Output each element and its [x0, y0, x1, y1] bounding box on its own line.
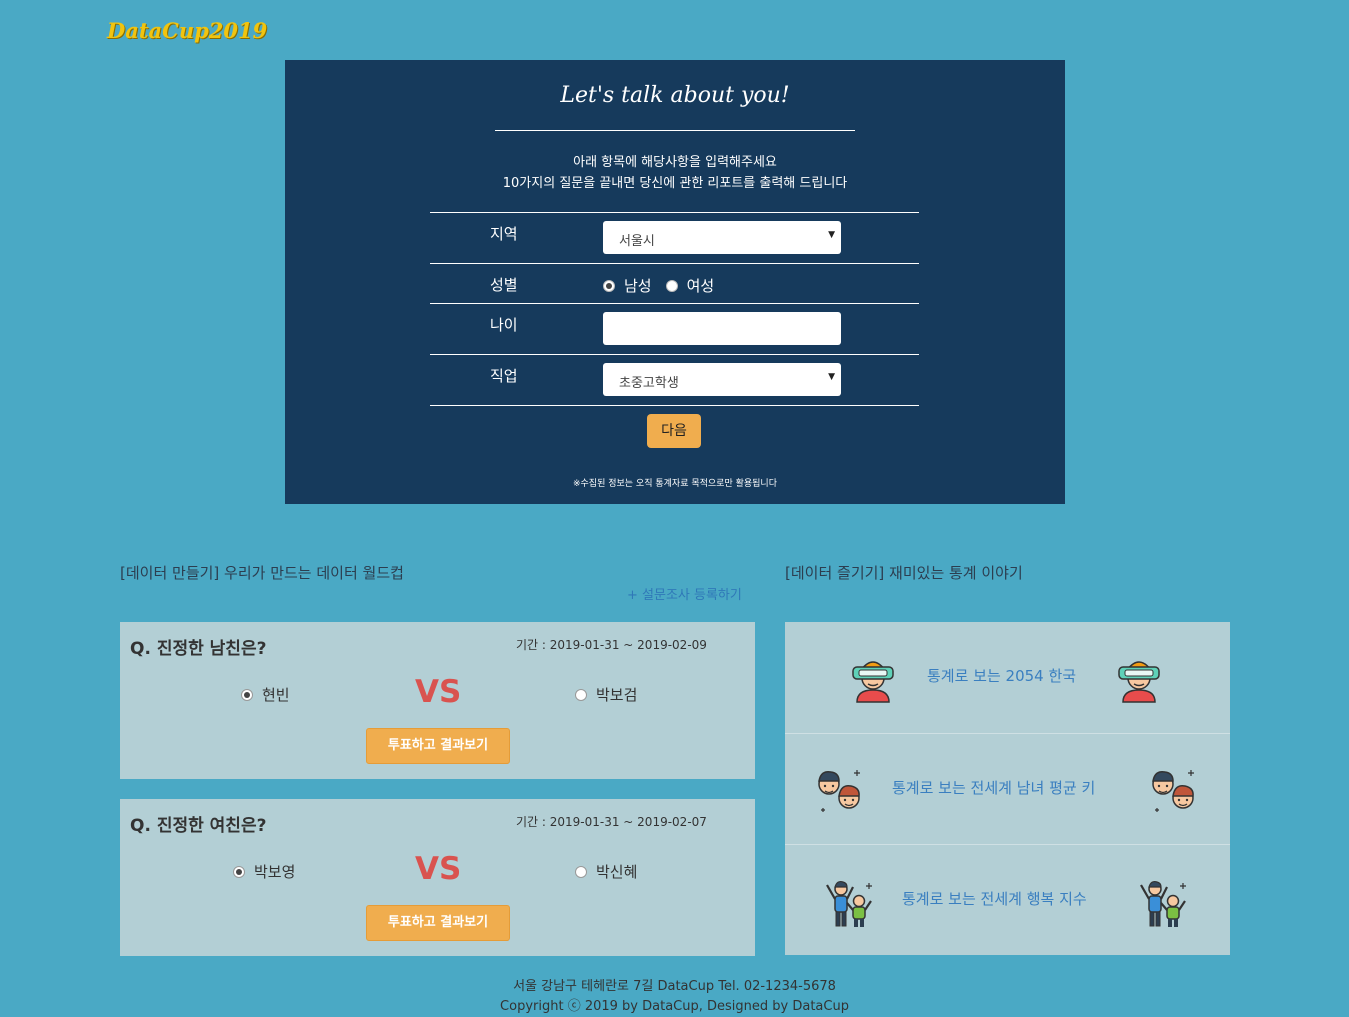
gender-label: 성별 [490, 276, 518, 294]
privacy-note: ※수집된 정보는 오직 통계자료 목적으로만 활용됩니다 [572, 479, 777, 489]
footer-copyright: Copyright ⓒ 2019 by DataCup, Designed by… [500, 999, 849, 1014]
stories-list: 통계로 보는 2054 한국 통계로 보는 전세계 남녀 평균 키 통계로 보는… [785, 622, 1230, 955]
vr-headset-person-icon [1118, 661, 1160, 703]
chevron-down-icon: ▼ [828, 372, 835, 382]
form-description-line1: 아래 항목에 해당사항을 입력해주세요 [573, 155, 777, 170]
couple-faces-icon [818, 770, 860, 812]
vr-headset-person-icon [852, 661, 894, 703]
poll-card: Q. 진정한 남친은? 기간 : 2019-01-31 ~ 2019-02-09… [120, 622, 755, 779]
story-item[interactable]: 통계로 보는 전세계 남녀 평균 키 [785, 733, 1230, 844]
gender-row: 성별 남성 여성 [430, 263, 919, 303]
poll-radio-left[interactable] [241, 688, 253, 701]
next-button[interactable]: 다음 [647, 414, 701, 448]
profile-form-panel: Let's talk about you! 아래 항목에 해당사항을 입력해주세… [285, 60, 1065, 504]
poll-option-left-label: 현빈 [262, 686, 290, 704]
region-row: 지역 서울시 ▼ [430, 212, 919, 263]
form-title: Let's talk about you! [560, 83, 790, 108]
form-description-line2: 10가지의 질문을 끝내면 당신에 관한 리포트를 출력해 드립니다 [502, 176, 848, 191]
title-divider [495, 130, 855, 131]
worldcup-section-title: [데이터 만들기] 우리가 만드는 데이터 월드컵 [120, 564, 404, 582]
age-row: 나이 [430, 303, 919, 354]
add-survey-link[interactable]: + 설문조사 등록하기 [627, 584, 742, 603]
poll-card: Q. 진정한 여친은? 기간 : 2019-01-31 ~ 2019-02-07… [120, 799, 755, 956]
job-row: 직업 초중고학생 ▼ [430, 354, 919, 406]
poll-option-left[interactable]: 박보영 [233, 861, 295, 882]
poll-period: 기간 : 2019-01-31 ~ 2019-02-09 [516, 638, 707, 652]
story-label[interactable]: 통계로 보는 전세계 남녀 평균 키 [892, 777, 1095, 798]
poll-option-left-label: 박보영 [254, 863, 296, 881]
cheering-group-icon [1140, 880, 1186, 927]
story-item[interactable]: 통계로 보는 전세계 행복 지수 [785, 844, 1230, 955]
poll-period: 기간 : 2019-01-31 ~ 2019-02-07 [516, 815, 707, 829]
vs-label: VS [415, 851, 462, 887]
poll-question: Q. 진정한 여친은? [130, 816, 267, 836]
job-select[interactable]: 초중고학생 ▼ [603, 363, 841, 396]
age-label: 나이 [490, 316, 518, 334]
poll-option-right-label: 박보검 [596, 686, 638, 704]
poll-radio-right[interactable] [575, 688, 587, 701]
story-label[interactable]: 통계로 보는 2054 한국 [927, 665, 1076, 686]
vs-label: VS [415, 674, 462, 710]
poll-option-right[interactable]: 박보검 [575, 684, 637, 705]
job-label: 직업 [490, 367, 518, 385]
age-input[interactable] [603, 312, 841, 345]
footer-address: 서울 강남구 테헤란로 7길 DataCup Tel. 02-1234-5678 [513, 979, 836, 994]
poll-radio-left[interactable] [233, 865, 245, 878]
poll-question: Q. 진정한 남친은? [130, 639, 267, 659]
region-label: 지역 [490, 225, 518, 243]
poll-option-right-label: 박신혜 [596, 863, 638, 881]
gender-option-female[interactable]: 여성 [687, 275, 715, 296]
vote-button[interactable]: 투표하고 결과보기 [366, 728, 510, 764]
gender-option-male[interactable]: 남성 [624, 275, 652, 296]
stories-section-title: [데이터 즐기기] 재미있는 통계 이야기 [785, 564, 1023, 582]
couple-faces-icon [1152, 770, 1194, 812]
chevron-down-icon: ▼ [828, 230, 835, 240]
story-label[interactable]: 통계로 보는 전세계 행복 지수 [902, 888, 1087, 909]
form-description: 아래 항목에 해당사항을 입력해주세요 10가지의 질문을 끝내면 당신에 관한… [285, 152, 1065, 194]
gender-radio-group: 남성 여성 [603, 275, 728, 296]
region-select[interactable]: 서울시 ▼ [603, 221, 841, 254]
region-select-value: 서울시 [619, 234, 655, 249]
site-logo[interactable]: DataCup2019 [107, 18, 267, 43]
poll-option-left[interactable]: 현빈 [241, 684, 290, 705]
poll-option-right[interactable]: 박신혜 [575, 861, 637, 882]
story-item[interactable]: 통계로 보는 2054 한국 [785, 622, 1230, 732]
job-select-value: 초중고학생 [619, 376, 679, 391]
form-fields: 지역 서울시 ▼ 성별 남성 여성 나이 직업 초중고학생 ▼ [430, 212, 919, 406]
site-footer: 서울 강남구 테헤란로 7길 DataCup Tel. 02-1234-5678… [0, 977, 1349, 1017]
poll-radio-right[interactable] [575, 865, 587, 878]
gender-radio-female[interactable] [665, 279, 678, 292]
vote-button[interactable]: 투표하고 결과보기 [366, 905, 510, 941]
gender-radio-male[interactable] [603, 279, 615, 292]
cheering-group-icon [826, 880, 872, 927]
